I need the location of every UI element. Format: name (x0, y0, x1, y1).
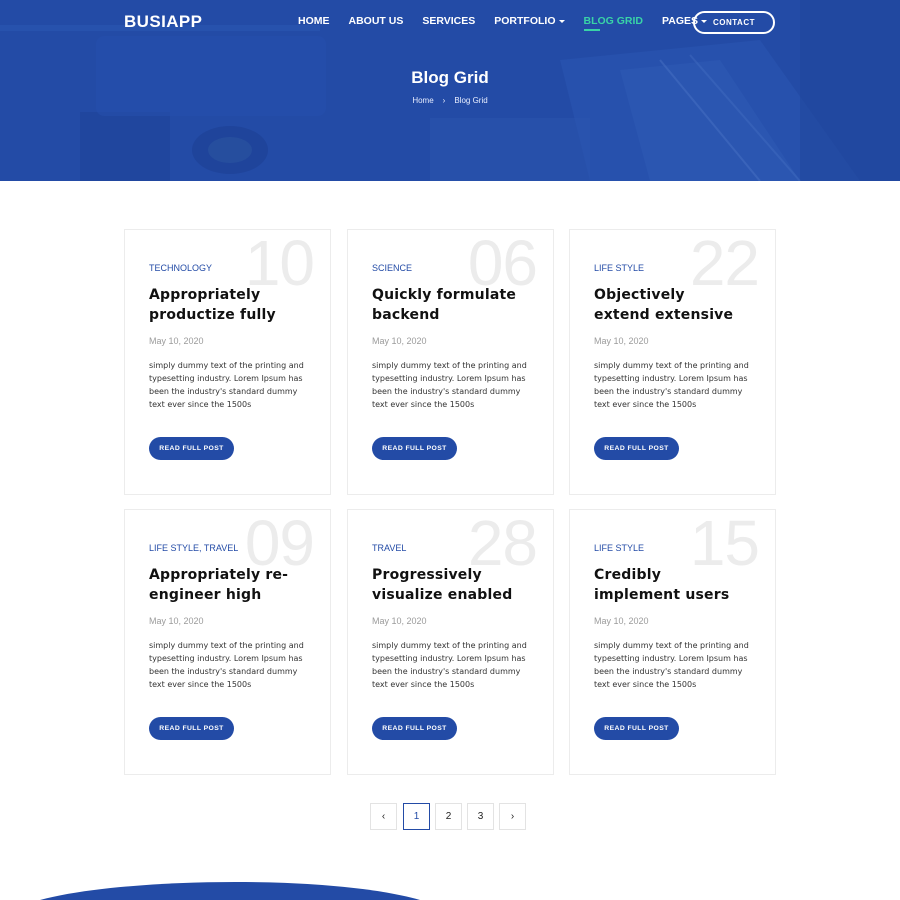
nav-item-home[interactable]: HOME (298, 15, 330, 27)
post-excerpt: simply dummy text of the printing and ty… (372, 361, 527, 409)
breadcrumb-separator-icon: › (442, 96, 446, 105)
post-excerpt: simply dummy text of the printing and ty… (149, 361, 304, 409)
post-title[interactable]: Progressively visualize enabled (372, 565, 522, 605)
page-title: Blog Grid (411, 68, 489, 87)
post-excerpt: simply dummy text of the printing and ty… (594, 361, 749, 409)
nav-item-blog-grid[interactable]: BLOG GRID (583, 15, 644, 31)
post-title[interactable]: Objectively extend extensive (594, 285, 744, 325)
post-excerpt: simply dummy text of the printing and ty… (594, 641, 749, 689)
pagination-page-2[interactable]: 2 (435, 803, 462, 830)
post-title[interactable]: Quickly formulate backend (372, 285, 522, 325)
post-date: May 10, 2020 (372, 336, 427, 346)
post-title[interactable]: Appropriately re-engineer high (149, 565, 299, 605)
nav-item-label: HOME (298, 15, 330, 27)
read-full-post-button[interactable]: READ FULL POST (372, 437, 457, 460)
post-category-link[interactable]: LIFE STYLE, TRAVEL (149, 543, 238, 553)
read-full-post-button[interactable]: READ FULL POST (149, 717, 234, 740)
pagination-prev-button[interactable]: ‹ (370, 803, 397, 830)
post-category-link[interactable]: LIFE STYLE (594, 543, 644, 553)
post-date: May 10, 2020 (149, 616, 204, 626)
nav-menu: HOME ABOUT US SERVICES PORTFOLIO BLOG GR… (298, 15, 726, 31)
post-date: May 10, 2020 (372, 616, 427, 626)
footer-wave-decoration (40, 881, 420, 900)
read-full-post-button[interactable]: READ FULL POST (594, 717, 679, 740)
nav-item-services[interactable]: SERVICES (422, 15, 475, 27)
blog-card: 06 SCIENCE Quickly formulate backend May… (347, 229, 554, 495)
read-full-post-button[interactable]: READ FULL POST (594, 437, 679, 460)
contact-button[interactable]: CONTACT (693, 11, 775, 34)
post-category-link[interactable]: TRAVEL (372, 543, 406, 553)
nav-item-label: BLOG GRID (583, 15, 644, 27)
pagination-next-button[interactable]: › (499, 803, 526, 830)
post-date: May 10, 2020 (149, 336, 204, 346)
nav-item-label: SERVICES (422, 15, 476, 27)
chevron-left-icon: ‹ (381, 811, 386, 822)
chevron-right-icon: › (510, 811, 515, 822)
breadcrumb: Home › Blog Grid (0, 96, 900, 105)
post-excerpt: simply dummy text of the printing and ty… (149, 641, 304, 689)
blog-card: 22 LIFE STYLE Objectively extend extensi… (569, 229, 776, 495)
blog-card: 28 TRAVEL Progressively visualize enable… (347, 509, 554, 775)
pagination-page-3[interactable]: 3 (467, 803, 494, 830)
post-excerpt: simply dummy text of the printing and ty… (372, 641, 527, 689)
post-category-link[interactable]: LIFE STYLE (594, 263, 644, 273)
breadcrumb-home-link[interactable]: Home (412, 96, 433, 105)
blog-card: 15 LIFE STYLE Credibly implement users M… (569, 509, 776, 775)
site-logo[interactable]: BUSIAPP (124, 12, 202, 32)
blog-card: 10 TECHNOLOGY Appropriately productize f… (124, 229, 331, 495)
read-full-post-button[interactable]: READ FULL POST (372, 717, 457, 740)
main-navbar: BUSIAPP HOME ABOUT US SERVICES PORTFOLIO… (124, 10, 776, 36)
nav-item-label: ABOUT US (348, 15, 404, 27)
blog-card: 09 LIFE STYLE, TRAVEL Appropriately re-e… (124, 509, 331, 775)
read-full-post-button[interactable]: READ FULL POST (149, 437, 234, 460)
post-date: May 10, 2020 (594, 616, 649, 626)
post-date: May 10, 2020 (594, 336, 649, 346)
post-title[interactable]: Credibly implement users (594, 565, 744, 605)
nav-item-about[interactable]: ABOUT US (349, 15, 404, 27)
post-category-link[interactable]: TECHNOLOGY (149, 263, 212, 273)
caret-down-icon (558, 19, 565, 23)
breadcrumb-current: Blog Grid (454, 96, 488, 105)
hero-banner: BUSIAPP HOME ABOUT US SERVICES PORTFOLIO… (0, 0, 900, 181)
pagination-page-1[interactable]: 1 (403, 803, 430, 830)
nav-item-portfolio[interactable]: PORTFOLIO (494, 15, 565, 27)
nav-item-label: PORTFOLIO (494, 15, 556, 27)
post-category-link[interactable]: SCIENCE (372, 263, 412, 273)
post-title[interactable]: Appropriately productize fully (149, 285, 299, 325)
